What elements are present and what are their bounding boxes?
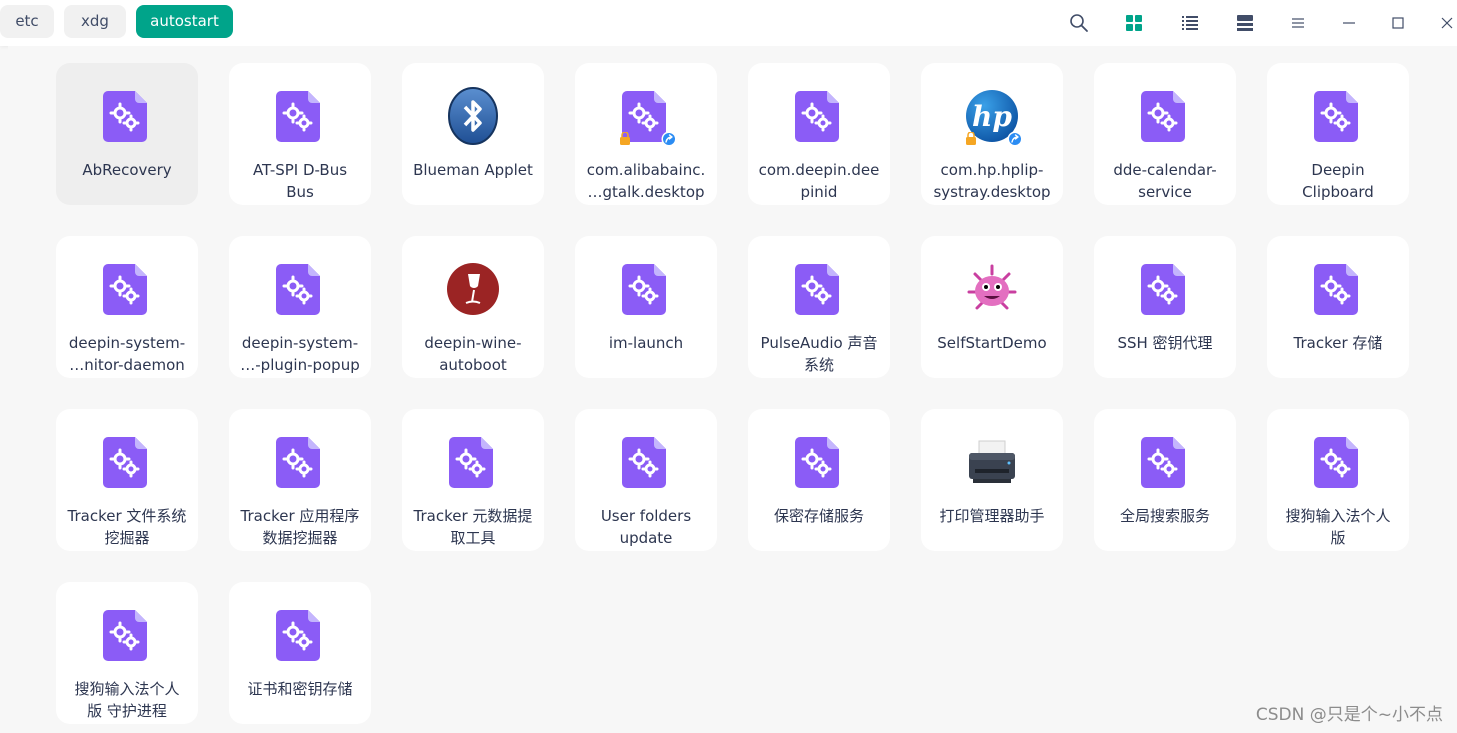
app-settings-icon — [619, 260, 673, 318]
app-settings-icon — [619, 433, 673, 491]
file-item[interactable]: 搜狗输入法个人 版 守护进程 — [56, 582, 198, 724]
file-item[interactable]: 打印管理器助手 — [921, 409, 1063, 551]
file-item[interactable]: AbRecovery — [56, 63, 198, 205]
menu-icon[interactable] — [1286, 11, 1310, 35]
maximize-icon[interactable] — [1386, 11, 1410, 35]
file-name: dde-calendar- service — [1113, 161, 1217, 201]
breadcrumb-xdg[interactable]: xdg — [64, 5, 126, 38]
file-name: deepin-system- …-plugin-popup — [240, 334, 360, 374]
file-item[interactable]: deepin-system- …nitor-daemon — [56, 236, 198, 378]
file-item[interactable]: Deepin Clipboard — [1267, 63, 1409, 205]
file-name: 搜狗输入法个人 版 守护进程 — [74, 680, 180, 720]
file-item[interactable]: dde-calendar- service — [1094, 63, 1236, 205]
hp-logo-icon: hp — [965, 87, 1023, 147]
app-settings-icon — [792, 433, 846, 491]
file-item[interactable]: 全局搜索服务 — [1094, 409, 1236, 551]
app-settings-icon — [1311, 433, 1365, 491]
file-name: 保密存储服务 — [773, 507, 864, 525]
file-name: PulseAudio 声音 系统 — [760, 334, 878, 374]
app-settings-icon — [1311, 260, 1365, 318]
file-item[interactable]: Tracker 文件系统 挖掘器 — [56, 409, 198, 551]
file-name: User folders update — [600, 507, 692, 547]
app-settings-icon — [446, 433, 500, 491]
file-item[interactable]: 保密存储服务 — [748, 409, 890, 551]
breadcrumb-autostart[interactable]: autostart — [136, 5, 233, 38]
file-name: deepin-system- …nitor-daemon — [68, 334, 186, 374]
app-settings-icon — [273, 87, 327, 145]
svg-text:hp: hp — [972, 100, 1012, 133]
app-settings-icon — [792, 87, 846, 145]
app-settings-icon — [1138, 433, 1192, 491]
split-view-icon[interactable] — [1233, 11, 1257, 35]
file-item[interactable]: Tracker 应用程序 数据挖掘器 — [229, 409, 371, 551]
file-name: Tracker 文件系统 挖掘器 — [67, 507, 187, 547]
close-icon[interactable] — [1435, 11, 1457, 35]
file-item[interactable]: hp com.hp.hplip- systray.desktop — [921, 63, 1063, 205]
file-item[interactable]: 证书和密钥存储 — [229, 582, 371, 724]
file-name: Tracker 元数据提 取工具 — [413, 507, 533, 547]
app-settings-icon — [100, 433, 154, 491]
file-item[interactable]: SelfStartDemo — [921, 236, 1063, 378]
printer-icon — [965, 433, 1019, 491]
file-name: Tracker 存储 — [1293, 334, 1383, 352]
file-item[interactable]: SSH 密钥代理 — [1094, 236, 1236, 378]
icon-view-icon[interactable] — [1122, 11, 1146, 35]
app-settings-icon — [100, 606, 154, 664]
app-settings-icon — [619, 87, 677, 147]
wine-glass-icon — [446, 260, 500, 318]
file-name: SSH 密钥代理 — [1117, 334, 1213, 352]
file-item[interactable]: Tracker 存储 — [1267, 236, 1409, 378]
file-name: deepin-wine- autoboot — [424, 334, 522, 374]
file-item[interactable]: Tracker 元数据提 取工具 — [402, 409, 544, 551]
app-settings-icon — [100, 260, 154, 318]
file-name: 搜狗输入法个人 版 — [1285, 507, 1391, 547]
list-view-icon[interactable] — [1178, 11, 1202, 35]
file-grid: AbRecovery AT-SPI D-Bus Bus Blueman Applet… — [8, 46, 1457, 733]
search-icon[interactable] — [1067, 11, 1091, 35]
app-settings-icon — [792, 260, 846, 318]
file-item[interactable]: deepin-system- …-plugin-popup — [229, 236, 371, 378]
minimize-icon[interactable] — [1337, 11, 1361, 35]
file-name: com.deepin.dee pinid — [758, 161, 880, 201]
file-item[interactable]: 搜狗输入法个人 版 — [1267, 409, 1409, 551]
app-settings-icon — [1138, 260, 1192, 318]
file-name: Tracker 应用程序 数据挖掘器 — [240, 507, 360, 547]
file-name: AT-SPI D-Bus Bus — [252, 161, 348, 201]
file-item[interactable]: com.alibabainc. …gtalk.desktop — [575, 63, 717, 205]
file-item[interactable]: deepin-wine- autoboot — [402, 236, 544, 378]
file-item[interactable]: com.deepin.dee pinid — [748, 63, 890, 205]
bluetooth-icon — [446, 87, 500, 145]
file-name: Blueman Applet — [413, 161, 533, 179]
app-settings-icon — [273, 606, 327, 664]
file-name: 全局搜索服务 — [1119, 507, 1210, 525]
app-settings-icon — [100, 87, 154, 145]
file-name: 证书和密钥存储 — [247, 680, 353, 698]
file-item[interactable]: im-launch — [575, 236, 717, 378]
file-name: AbRecovery — [82, 161, 172, 179]
file-name: com.alibabainc. …gtalk.desktop — [586, 161, 706, 201]
file-name: 打印管理器助手 — [939, 507, 1045, 525]
file-name: com.hp.hplip- systray.desktop — [933, 161, 1051, 201]
file-item[interactable]: AT-SPI D-Bus Bus — [229, 63, 371, 205]
breadcrumb-etc[interactable]: etc — [0, 5, 54, 38]
app-settings-icon — [273, 433, 327, 491]
app-settings-icon — [273, 260, 327, 318]
title-bar: etc xdg autostart — [0, 0, 1457, 46]
app-settings-icon — [1311, 87, 1365, 145]
watermark: CSDN @只是个~小不点 — [1255, 705, 1443, 725]
virus-monster-icon — [965, 260, 1019, 318]
file-item[interactable]: User folders update — [575, 409, 717, 551]
app-settings-icon — [1138, 87, 1192, 145]
file-name: Deepin Clipboard — [1302, 161, 1374, 201]
file-item[interactable]: Blueman Applet — [402, 63, 544, 205]
file-name: SelfStartDemo — [937, 334, 1047, 352]
file-item[interactable]: PulseAudio 声音 系统 — [748, 236, 890, 378]
file-name: im-launch — [608, 334, 684, 352]
